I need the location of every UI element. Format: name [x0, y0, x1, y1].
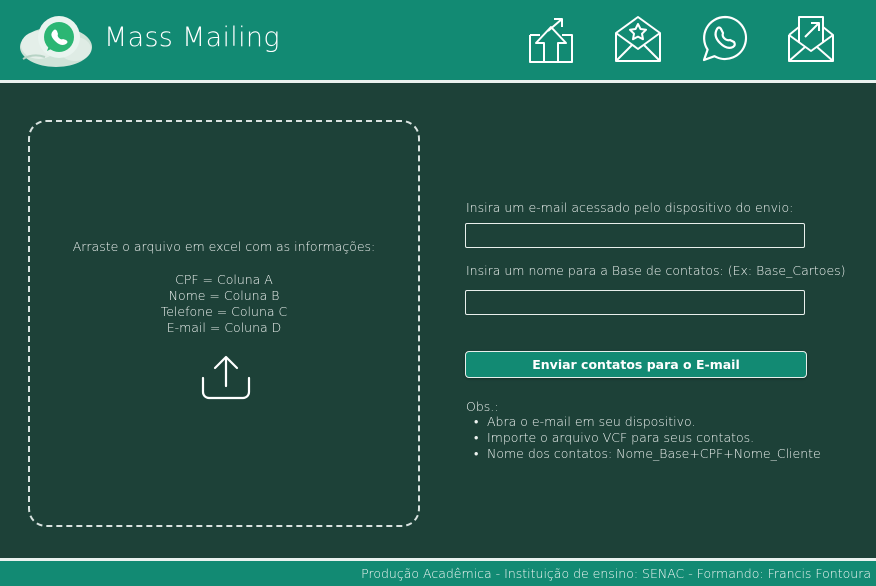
file-dropzone[interactable]: Arraste o arquivo em excel com as inform…: [28, 120, 420, 527]
notes-heading: Obs.:: [466, 399, 499, 414]
column-mapping: CPF = Coluna A Nome = Coluna B Telefone …: [30, 272, 418, 336]
footer-credits: Produção Acadêmica - Instituição de ensi…: [361, 566, 871, 581]
mapping-line: CPF = Coluna A: [175, 272, 273, 287]
send-mail-icon[interactable]: [786, 13, 836, 65]
base-name-field[interactable]: [465, 290, 805, 315]
list-item: Abra o e-mail em seu dispositivo.: [474, 414, 821, 430]
whatsapp-icon[interactable]: [700, 13, 750, 65]
send-contacts-button[interactable]: Enviar contatos para o E-mail: [465, 351, 807, 378]
dropzone-instruction: Arraste o arquivo em excel com as inform…: [72, 239, 376, 254]
list-item: Importe o arquivo VCF para seus contatos…: [474, 430, 821, 446]
notes-list: Abra o e-mail em seu dispositivo. Import…: [474, 414, 821, 462]
list-item: Nome dos contatos: Nome_Base+CPF+Nome_Cl…: [474, 446, 821, 462]
upload-box-icon[interactable]: [526, 13, 576, 65]
email-label: Insira um e-mail acessado pelo dispositi…: [466, 200, 794, 215]
header-divider: [0, 80, 876, 83]
base-name-label: Insira um nome para a Base de contatos: …: [466, 263, 846, 278]
mapping-line: Nome = Coluna B: [168, 288, 280, 303]
app-title: Mass Mailing: [104, 22, 280, 53]
app-header: Mass Mailing: [0, 0, 876, 80]
mapping-line: Telefone = Coluna C: [160, 304, 288, 319]
whatsapp-cloud-logo-icon: [20, 16, 92, 67]
email-field[interactable]: [465, 223, 805, 248]
upload-icon[interactable]: [200, 354, 252, 400]
app-footer: Produção Acadêmica - Instituição de ensi…: [0, 561, 876, 586]
starred-mail-icon[interactable]: [613, 13, 663, 65]
mapping-line: E-mail = Coluna D: [166, 320, 282, 335]
